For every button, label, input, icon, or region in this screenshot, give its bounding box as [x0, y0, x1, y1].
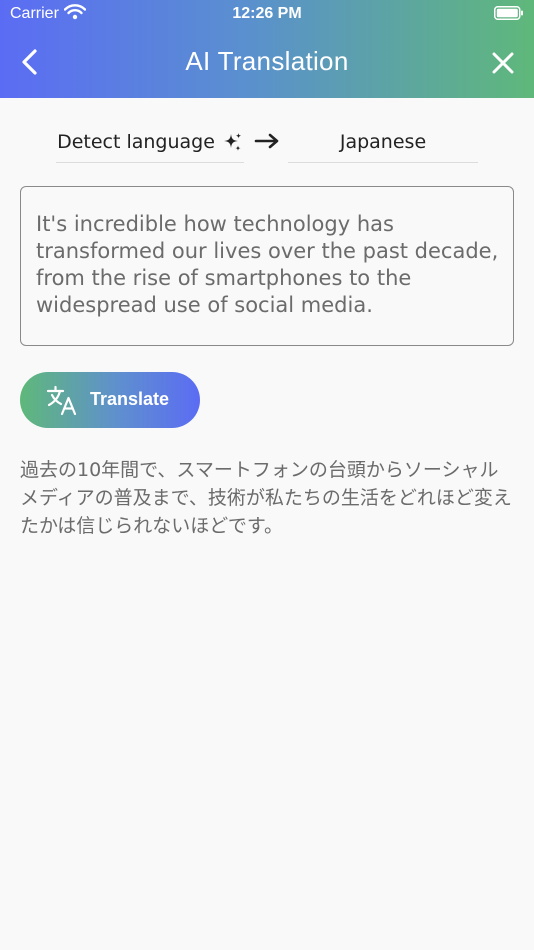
sparkle-icon	[223, 133, 242, 151]
arrow-right-icon	[254, 133, 279, 149]
source-language-label: Detect language	[57, 131, 215, 153]
source-language-selector[interactable]: Detect language	[56, 122, 244, 163]
battery-icon	[494, 6, 523, 20]
source-text-input[interactable]: It's incredible how technology has trans…	[20, 186, 514, 346]
source-text: It's incredible how technology has trans…	[36, 212, 499, 317]
status-bar: Carrier 12:26 PM	[0, 0, 534, 28]
app-header: Carrier 12:26 PM AI Translation	[0, 0, 534, 98]
page-title: AI Translation	[185, 46, 349, 76]
translation-output: 過去の10年間で、スマートフォンの台頭からソーシャルメディアの普及まで、技術が私…	[20, 459, 512, 537]
translate-button-label: Translate	[90, 389, 170, 409]
close-button[interactable]	[486, 46, 520, 80]
language-selector-row: Detect language Japanese	[0, 122, 534, 164]
close-icon	[492, 52, 514, 74]
target-language-selector[interactable]: Japanese	[288, 122, 478, 163]
translate-icon	[46, 385, 77, 416]
status-time: 12:26 PM	[232, 5, 302, 22]
translate-button[interactable]: Translate	[20, 372, 200, 428]
target-language-label: Japanese	[339, 131, 427, 153]
